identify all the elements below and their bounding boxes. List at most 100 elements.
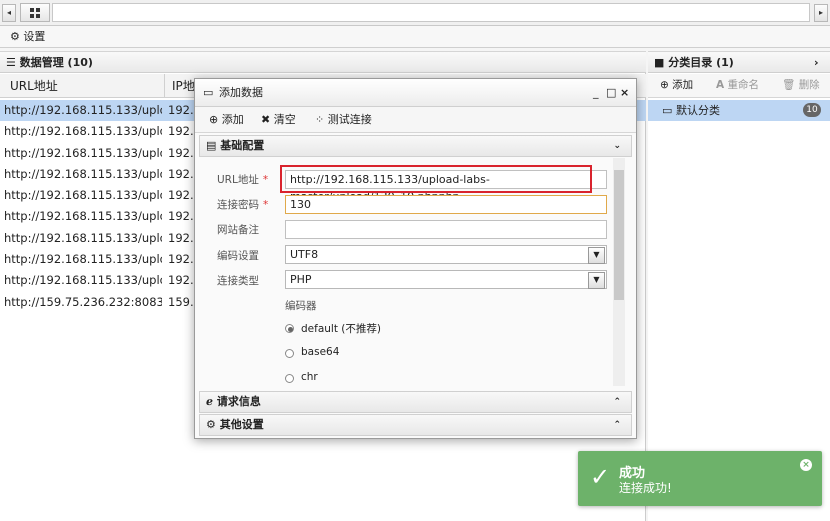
dialog-test-label: 测试连接: [327, 113, 372, 126]
category-delete-label: 删除: [798, 79, 820, 91]
basic-config-body: URL地址 * http://192.168.115.133/upload-lab…: [199, 158, 632, 390]
data-panel-header: ☰ 数据管理 (10): [0, 51, 646, 73]
toast-close-icon[interactable]: ×: [800, 459, 812, 471]
chevron-down-icon: ⌄: [613, 141, 621, 151]
category-toolbar: ⊕ 添加 A 重命名 🗑 删除: [648, 74, 830, 98]
ie-icon: ℯ: [206, 395, 213, 408]
category-count-badge: 10: [803, 103, 821, 117]
category-panel-header: ■ 分类目录 (1) ›: [648, 51, 830, 73]
category-panel-title: 分类目录 (1): [668, 56, 734, 69]
dialog-test-connection-button[interactable]: ⁘ 测试连接: [315, 107, 372, 133]
dialog-add-label: 添加: [221, 113, 244, 126]
section-basic-label: 基础配置: [220, 139, 265, 152]
section-request-info[interactable]: ℯ 请求信息 ⌃: [199, 391, 632, 413]
encoding-select[interactable]: UTF8 ▼: [285, 245, 607, 264]
cell-url: http://192.168.115.133/upload-lal: [4, 145, 162, 160]
cell-url: http://192.168.115.133/upload-lal: [4, 166, 162, 181]
type-value: PHP: [290, 273, 312, 286]
success-toast: ✓ 成功 连接成功! ×: [578, 451, 822, 506]
category-add-button[interactable]: ⊕ 添加: [660, 74, 693, 96]
category-item-label: 默认分类: [676, 104, 720, 117]
spinner-icon: ⁘: [315, 113, 325, 126]
data-panel-title: 数据管理 (10): [19, 56, 93, 69]
checkmark-icon: ✓: [590, 463, 611, 491]
chevron-down-icon: ▼: [588, 272, 605, 289]
tab-scroll-left-button[interactable]: ◂: [2, 4, 16, 22]
encoder-option-default-label: default (不推荐): [301, 323, 381, 335]
col-header-ip[interactable]: IP地: [172, 74, 195, 98]
section-other-label: 其他设置: [219, 418, 264, 431]
encoding-value: UTF8: [290, 248, 319, 261]
encoder-option-chr-label: chr: [301, 371, 318, 383]
cell-url: http://192.168.115.133/upload-lal: [4, 188, 162, 203]
label-note: 网站备注: [217, 224, 259, 236]
dialog-add-button[interactable]: ⊕ 添加: [209, 107, 244, 133]
label-type: 连接类型: [217, 275, 259, 287]
dialog-close-button[interactable]: ×: [620, 79, 629, 107]
gear-icon: ⚙: [10, 30, 20, 43]
col-header-url[interactable]: URL地址: [10, 74, 58, 98]
scrollbar-thumb[interactable]: [614, 170, 624, 300]
cell-url: http://192.168.115.133/upload-lal: [4, 252, 162, 267]
toast-message: 连接成功!: [619, 481, 672, 495]
settings-bar: ⚙ 设置: [0, 26, 830, 48]
cell-url: http://192.168.115.133/upload-lal: [4, 230, 162, 245]
password-input[interactable]: 130: [285, 195, 607, 214]
plus-circle-icon: ⊕: [209, 113, 219, 126]
label-url: URL地址 *: [217, 174, 269, 186]
dialog-maximize-button[interactable]: □: [606, 79, 616, 107]
document-icon: ▤: [206, 139, 217, 152]
tab-strip: [52, 3, 810, 22]
section-request-label: 请求信息: [216, 395, 261, 408]
dialog-clear-label: 清空: [273, 113, 296, 126]
chevron-down-icon: ▼: [588, 247, 605, 264]
folder-outline-icon: ▭: [662, 104, 673, 117]
chevron-up-icon: ⌃: [613, 397, 621, 407]
form-scrollbar[interactable]: [613, 158, 625, 386]
chevron-right-icon[interactable]: ›: [814, 52, 819, 73]
font-icon: A: [716, 79, 725, 91]
window-icon: ▭: [203, 86, 214, 99]
cell-url: http://159.75.236.232:8083/uploa: [4, 294, 162, 309]
dialog-titlebar[interactable]: ▭ 添加数据 _ □ ×: [195, 79, 636, 107]
label-password: 连接密码 *: [217, 199, 269, 211]
section-basic-config[interactable]: ▤ 基础配置 ⌄: [199, 135, 632, 157]
chevron-up-icon: ⌃: [613, 420, 621, 430]
encoder-option-base64-label: base64: [301, 346, 340, 358]
settings-button[interactable]: ⚙ 设置: [10, 26, 45, 48]
category-rename-label: 重命名: [727, 79, 759, 91]
folder-icon: ■: [654, 56, 665, 69]
settings-label: 设置: [23, 30, 46, 43]
category-delete-button[interactable]: 🗑 删除: [782, 74, 820, 96]
url-highlight-box: [280, 165, 592, 193]
top-bar: ◂ ▸: [0, 0, 830, 26]
cell-url: http://192.168.115.133/upload-lal: [4, 124, 162, 139]
add-data-dialog: ▭ 添加数据 _ □ × ⊕ 添加 ✖ 清空 ⁘ 测试连接 ▤ 基础配置 ⌄ U…: [194, 78, 637, 439]
dialog-title: 添加数据: [219, 86, 263, 99]
list-icon: ☰: [6, 56, 16, 69]
gears-icon: ⚙: [206, 418, 216, 431]
category-item-default[interactable]: ▭ 默认分类 10: [648, 100, 830, 121]
cell-url: http://192.168.115.133/upload-lal: [4, 209, 162, 224]
note-input[interactable]: [285, 220, 607, 239]
encoder-radio-base64[interactable]: [285, 349, 294, 358]
plus-circle-icon: ⊕: [660, 79, 669, 91]
cell-url: http://192.168.115.133/upload-lal: [4, 103, 162, 117]
encoder-radio-chr[interactable]: [285, 374, 294, 383]
type-select[interactable]: PHP ▼: [285, 270, 607, 289]
label-encoding: 编码设置: [217, 250, 259, 262]
dialog-minimize-button[interactable]: _: [593, 79, 599, 107]
tab-scroll-right-button[interactable]: ▸: [814, 4, 828, 22]
dialog-clear-button[interactable]: ✖ 清空: [261, 107, 296, 133]
category-rename-button[interactable]: A 重命名: [716, 74, 759, 96]
col-divider: [164, 74, 165, 98]
section-other-settings[interactable]: ⚙ 其他设置 ⌃: [199, 414, 632, 436]
encoder-label: 编码器: [285, 300, 317, 312]
dialog-toolbar: ⊕ 添加 ✖ 清空 ⁘ 测试连接: [195, 107, 636, 133]
cell-url: http://192.168.115.133/upload-lal: [4, 273, 162, 288]
encoder-radio-default[interactable]: [285, 324, 294, 333]
home-tab[interactable]: [20, 3, 50, 22]
grid-icon: [30, 8, 40, 18]
trash-icon: 🗑: [782, 79, 796, 91]
category-add-label: 添加: [672, 79, 694, 91]
